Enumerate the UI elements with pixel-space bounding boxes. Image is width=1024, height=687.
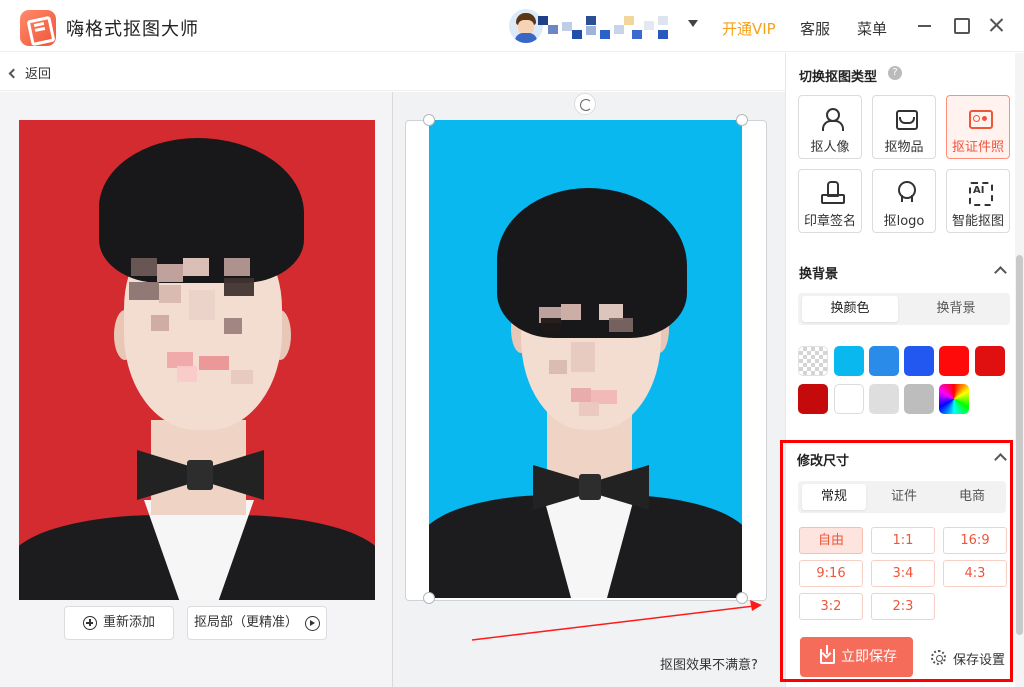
color-swatch-red[interactable] [939, 346, 969, 376]
refine-label: 抠局部（更精准） [194, 615, 299, 630]
maximize-icon[interactable] [949, 14, 971, 36]
gear-icon[interactable] [931, 650, 946, 665]
minimize-icon[interactable] [914, 14, 936, 36]
tab-ecommerce[interactable]: 电商 [940, 484, 1004, 510]
play-icon [305, 616, 320, 631]
ratio-1-1[interactable]: 1:1 [871, 527, 935, 554]
type-section-title: 切换抠图类型 [799, 70, 878, 85]
account-dropdown-icon[interactable] [688, 20, 698, 27]
type-stamp[interactable]: 印章签名 [798, 169, 862, 233]
ratio-3-4[interactable]: 3:4 [871, 560, 935, 587]
tab-general[interactable]: 常规 [802, 484, 866, 510]
color-swatch-gray[interactable] [904, 384, 934, 414]
app-title: 嗨格式抠图大师 [66, 19, 199, 40]
color-swatch-custom[interactable] [939, 384, 969, 414]
id-card-icon [969, 107, 993, 129]
person-icon [821, 107, 844, 131]
open-vip-link[interactable]: 开通VIP [722, 18, 776, 39]
customer-service-link[interactable]: 客服 [800, 18, 830, 39]
award-icon [895, 181, 916, 203]
download-icon [820, 645, 835, 664]
box-icon [895, 107, 918, 130]
app-logo-icon [20, 10, 56, 46]
color-swatch-dark-red[interactable] [975, 346, 1005, 376]
refine-button[interactable]: 抠局部（更精准） [187, 606, 327, 640]
background-section-title: 换背景 [799, 267, 839, 282]
color-swatch-blue[interactable] [869, 346, 899, 376]
rotate-icon[interactable] [574, 93, 596, 115]
ratio-3-2[interactable]: 3:2 [799, 593, 863, 620]
pane-divider [392, 92, 393, 687]
color-swatch-crimson[interactable] [798, 384, 828, 414]
scrollbar-thumb[interactable] [1016, 255, 1023, 635]
type-label: 智能抠图 [951, 214, 1004, 229]
type-id-photo[interactable]: 抠证件照 [946, 95, 1010, 159]
save-settings-link[interactable]: 保存设置 [953, 649, 1005, 668]
original-photo [19, 120, 375, 600]
help-icon[interactable]: ? [888, 66, 902, 80]
ratio-16-9[interactable]: 16:9 [943, 527, 1007, 554]
readd-button[interactable]: 重新添加 [64, 606, 174, 640]
chevron-left-icon [8, 68, 19, 79]
tab-change-background[interactable]: 换背景 [906, 296, 1006, 322]
resize-handle-top-left[interactable] [423, 114, 435, 126]
size-tabs: 常规 证件 电商 [798, 481, 1006, 513]
ratio-9-16[interactable]: 9:16 [799, 560, 863, 587]
size-section-title: 修改尺寸 [797, 454, 850, 469]
background-tabs: 换颜色 换背景 [798, 293, 1010, 325]
save-now-button[interactable]: 立即保存 [800, 637, 913, 677]
readd-label: 重新添加 [103, 615, 156, 630]
type-label: 抠证件照 [951, 140, 1004, 155]
save-label: 立即保存 [841, 649, 897, 665]
color-swatch-light-gray[interactable] [869, 384, 899, 414]
color-swatch-royal-blue[interactable] [904, 346, 934, 376]
annotation-arrow [471, 600, 762, 641]
resize-handle-top-right[interactable] [736, 114, 748, 126]
type-label: 抠人像 [810, 140, 850, 155]
username-masked[interactable] [538, 16, 674, 42]
menu-link[interactable]: 菜单 [857, 18, 887, 39]
ratio-free[interactable]: 自由 [799, 527, 863, 554]
type-smart[interactable]: 智能抠图 [946, 169, 1010, 233]
stamp-icon [821, 181, 845, 204]
color-swatch-sky-blue[interactable] [834, 346, 864, 376]
title-bar: 嗨格式抠图大师 开通VIP 客服 菜单 [0, 0, 1024, 52]
type-portrait[interactable]: 抠人像 [798, 95, 862, 159]
ai-icon [969, 181, 993, 206]
add-circle-icon [83, 616, 97, 630]
type-label: 抠物品 [884, 140, 924, 155]
ratio-4-3[interactable]: 4:3 [943, 560, 1007, 587]
ratio-2-3[interactable]: 2:3 [871, 593, 935, 620]
back-bar: 返回 [0, 53, 785, 91]
type-label: 抠logo [883, 214, 925, 229]
unsatisfied-link[interactable]: 抠图效果不满意? [660, 654, 758, 673]
type-label: 印章签名 [803, 214, 856, 229]
type-object[interactable]: 抠物品 [872, 95, 936, 159]
tab-change-color[interactable]: 换颜色 [802, 296, 898, 322]
close-icon[interactable] [986, 14, 1008, 36]
back-label: 返回 [25, 67, 52, 82]
tab-id-size[interactable]: 证件 [870, 484, 938, 510]
type-logo[interactable]: 抠logo [872, 169, 936, 233]
color-swatch-white[interactable] [834, 384, 864, 414]
back-button[interactable]: 返回 [8, 63, 52, 82]
resize-handle-bottom-left[interactable] [423, 592, 435, 604]
color-swatch-transparent[interactable] [798, 346, 828, 376]
preview-photo[interactable] [429, 120, 742, 598]
